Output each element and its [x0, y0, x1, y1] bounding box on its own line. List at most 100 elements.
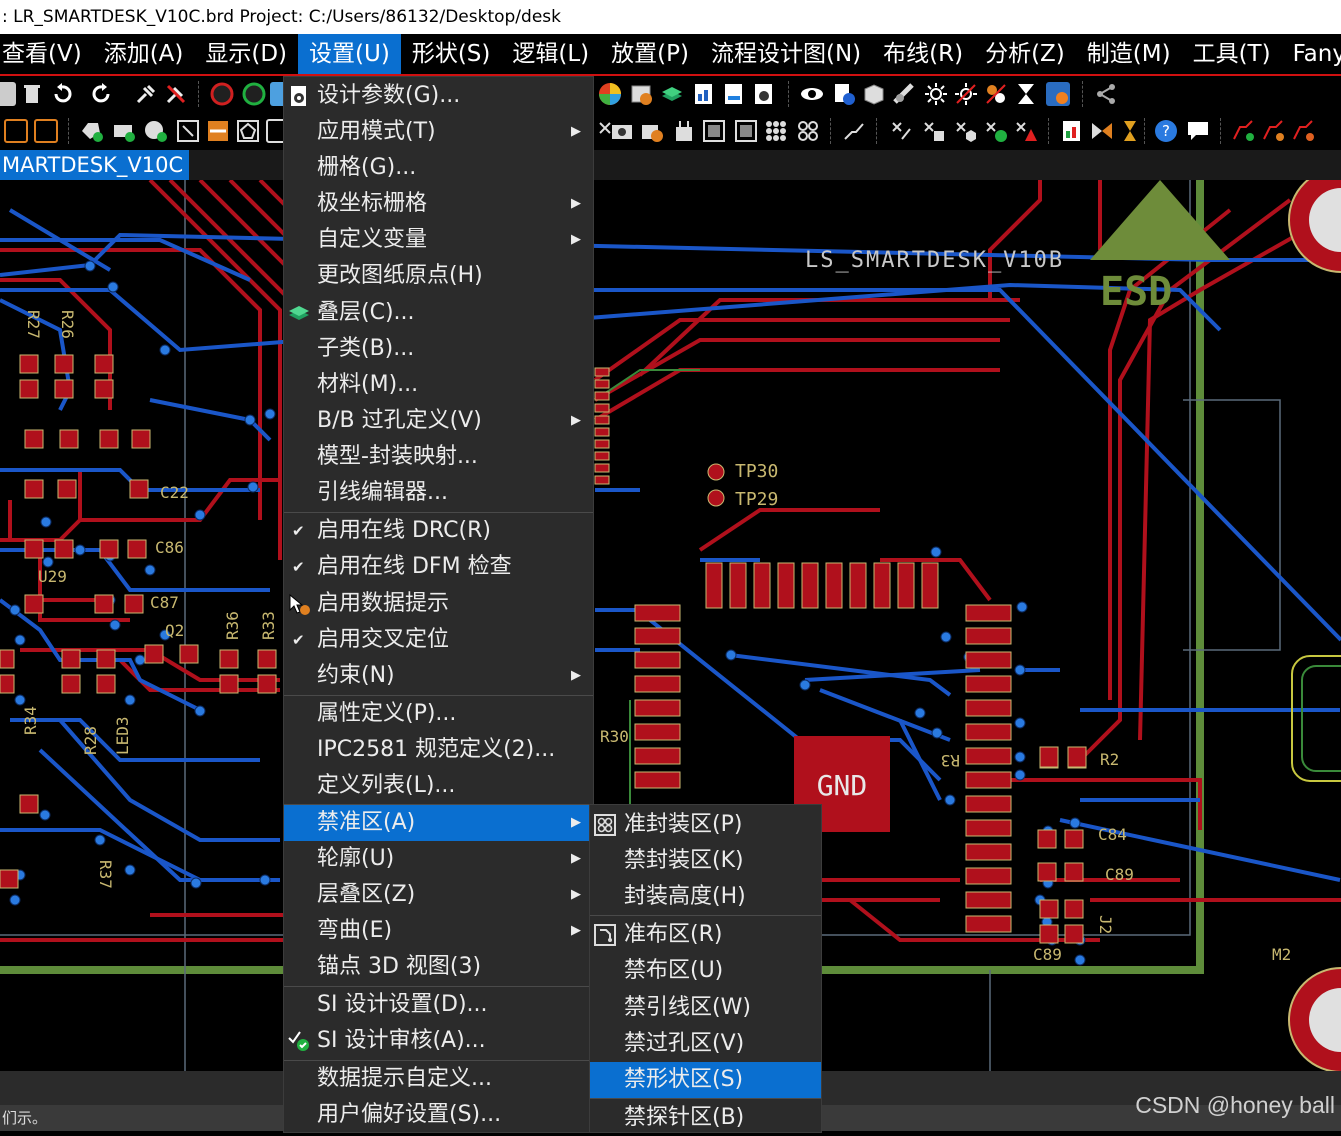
- brush-icon[interactable]: [892, 82, 916, 106]
- redo-icon[interactable]: [90, 82, 114, 106]
- rename-icon[interactable]: [640, 119, 664, 143]
- menu-item-bend[interactable]: 弯曲(E) ▶: [284, 913, 593, 949]
- unpin-icon[interactable]: [164, 82, 188, 106]
- sun-red-icon[interactable]: [954, 82, 978, 106]
- menu-item-model-package-mapping[interactable]: 模型-封装映射...: [284, 439, 593, 475]
- menu-item-bb-via-definitions[interactable]: B/B 过孔定义(V) ▶: [284, 403, 593, 439]
- menu-item-cross-section[interactable]: 叠层(C)...: [284, 295, 593, 331]
- menu-item-ipc2581[interactable]: IPC2581 规范定义(2)...: [284, 732, 593, 768]
- delete-icon[interactable]: [20, 82, 44, 106]
- menu-item-materials[interactable]: 材料(M)...: [284, 367, 593, 403]
- menu-view[interactable]: 查看(V): [0, 34, 93, 74]
- submenu-item-route-keepout[interactable]: 禁布区(U): [590, 953, 821, 989]
- add-shape-icon[interactable]: [80, 119, 104, 143]
- drc-red-icon[interactable]: [210, 82, 234, 106]
- menu-item-design-parameters[interactable]: 设计参数(G)...: [284, 78, 593, 114]
- submenu-item-package-height[interactable]: 封装高度(H): [590, 879, 821, 915]
- check-pkg-icon[interactable]: [922, 119, 946, 143]
- stats-icon[interactable]: [1060, 119, 1084, 143]
- menu-fanyskill[interactable]: FanySkill: [1282, 34, 1341, 74]
- menu-item-areas[interactable]: 禁准区(A) ▶: [284, 805, 593, 841]
- menu-logic[interactable]: 逻辑(L): [501, 34, 600, 74]
- menu-item-define-lists[interactable]: 定义列表(L)...: [284, 768, 593, 804]
- chip-tp-icon[interactable]: [734, 119, 758, 143]
- menu-item-anchor-3d-view[interactable]: 锚点 3D 视图(3): [284, 949, 593, 985]
- menu-shape[interactable]: 形状(S): [401, 34, 502, 74]
- check-ok-icon[interactable]: [984, 119, 1008, 143]
- menu-item-datatip-customization[interactable]: 数据提示自定义...: [284, 1061, 593, 1097]
- menu-item-property-definitions[interactable]: 属性定义(P)...: [284, 696, 593, 732]
- package-icon[interactable]: [672, 119, 696, 143]
- menu-item-stackup-zones[interactable]: 层叠区(Z) ▶: [284, 877, 593, 913]
- menu-analyze[interactable]: 分析(Z): [974, 34, 1076, 74]
- zoom-window-icon[interactable]: [34, 119, 58, 143]
- trace-red-icon[interactable]: [1232, 119, 1256, 143]
- menu-tools[interactable]: 工具(T): [1182, 34, 1282, 74]
- menu-item-lead-editor[interactable]: 引线编辑器...: [284, 475, 593, 511]
- check-warn-icon[interactable]: [1014, 119, 1038, 143]
- menu-add[interactable]: 添加(A): [93, 34, 195, 74]
- help-icon[interactable]: ?: [1154, 119, 1178, 143]
- menu-item-online-drc[interactable]: ✔ 启用在线 DRC(R): [284, 513, 593, 549]
- menu-setup[interactable]: 设置(U): [298, 34, 401, 74]
- eye-icon[interactable]: [800, 82, 824, 106]
- comment-icon[interactable]: [1186, 119, 1210, 143]
- polygon-icon[interactable]: [236, 119, 260, 143]
- menu-manufacture[interactable]: 制造(M): [1076, 34, 1182, 74]
- tab-design[interactable]: MARTDESK_V10C: [0, 150, 190, 180]
- color-icon[interactable]: [598, 82, 622, 106]
- net-highlight-icon[interactable]: [984, 82, 1008, 106]
- menu-item-online-dfm[interactable]: ✔ 启用在线 DFM 检查: [284, 549, 593, 585]
- menu-item-si-design-setup[interactable]: SI 设计设置(D)...: [284, 987, 593, 1023]
- camera-icon[interactable]: [610, 119, 634, 143]
- hourglass-icon[interactable]: [1014, 82, 1038, 106]
- trace-orange-icon[interactable]: [1262, 119, 1286, 143]
- submenu-item-route-keepin[interactable]: 准布区(R): [590, 917, 821, 953]
- menu-item-datatips[interactable]: 启用数据提示: [284, 586, 593, 622]
- void-shape-icon[interactable]: [206, 119, 230, 143]
- check-x-icon[interactable]: [890, 119, 914, 143]
- menu-item-subclasses[interactable]: 子类(B)...: [284, 331, 593, 367]
- grid-dots-icon[interactable]: [764, 119, 788, 143]
- document-icon[interactable]: [722, 82, 746, 106]
- submenu-item-via-keepout[interactable]: 禁过孔区(V): [590, 1026, 821, 1062]
- menu-route[interactable]: 布线(R): [872, 34, 974, 74]
- menu-item-user-preferences[interactable]: 用户偏好设置(S)...: [284, 1097, 593, 1133]
- pin-icon[interactable]: [134, 82, 158, 106]
- chip-icon[interactable]: [702, 119, 726, 143]
- menu-flowplan[interactable]: 流程设计图(N): [700, 34, 872, 74]
- zoom-fit-icon[interactable]: [4, 119, 28, 143]
- menu-item-grids[interactable]: 栅格(G)...: [284, 150, 593, 186]
- check-cube-icon[interactable]: [954, 119, 978, 143]
- trace-edit-icon[interactable]: [1292, 119, 1316, 143]
- sun-icon[interactable]: [924, 82, 948, 106]
- settings-doc-icon[interactable]: [752, 82, 776, 106]
- menu-item-constraints[interactable]: 约束(N) ▶: [284, 658, 593, 694]
- submenu-item-package-keepout[interactable]: 禁封装区(K): [590, 843, 821, 879]
- submenu-item-wire-keepout[interactable]: 禁引线区(W): [590, 990, 821, 1026]
- add-rect-icon[interactable]: [112, 119, 136, 143]
- route-icon[interactable]: [842, 119, 866, 143]
- select-shape-icon[interactable]: [176, 119, 200, 143]
- drc-green-icon[interactable]: [242, 82, 266, 106]
- hourglass-color-icon[interactable]: [1118, 119, 1142, 143]
- menu-place[interactable]: 放置(P): [600, 34, 700, 74]
- menu-item-polar-grid[interactable]: 极坐标栅格 ▶: [284, 186, 593, 222]
- menu-item-cross-probe[interactable]: ✔ 启用交叉定位: [284, 622, 593, 658]
- submenu-item-shape-keepout[interactable]: 禁形状区(S): [590, 1062, 821, 1098]
- snapshot-icon[interactable]: [1046, 82, 1070, 106]
- grid-rings-icon[interactable]: [796, 119, 820, 143]
- layers-icon[interactable]: [660, 82, 684, 106]
- undo-icon[interactable]: [50, 82, 74, 106]
- menu-display[interactable]: 显示(D): [194, 34, 298, 74]
- add-circle-icon[interactable]: [144, 119, 168, 143]
- share-icon[interactable]: [1094, 82, 1118, 106]
- report-icon[interactable]: [692, 82, 716, 106]
- menu-item-si-design-audit[interactable]: SI 设计审核(A)...: [284, 1023, 593, 1059]
- menu-item-outlines[interactable]: 轮廓(U) ▶: [284, 841, 593, 877]
- window-view-icon[interactable]: [630, 82, 654, 106]
- menu-item-change-origin[interactable]: 更改图纸原点(H): [284, 258, 593, 294]
- menu-item-application-mode[interactable]: 应用模式(T) ▶: [284, 114, 593, 150]
- 3d-box-icon[interactable]: [862, 82, 886, 106]
- page-icon[interactable]: [0, 82, 16, 106]
